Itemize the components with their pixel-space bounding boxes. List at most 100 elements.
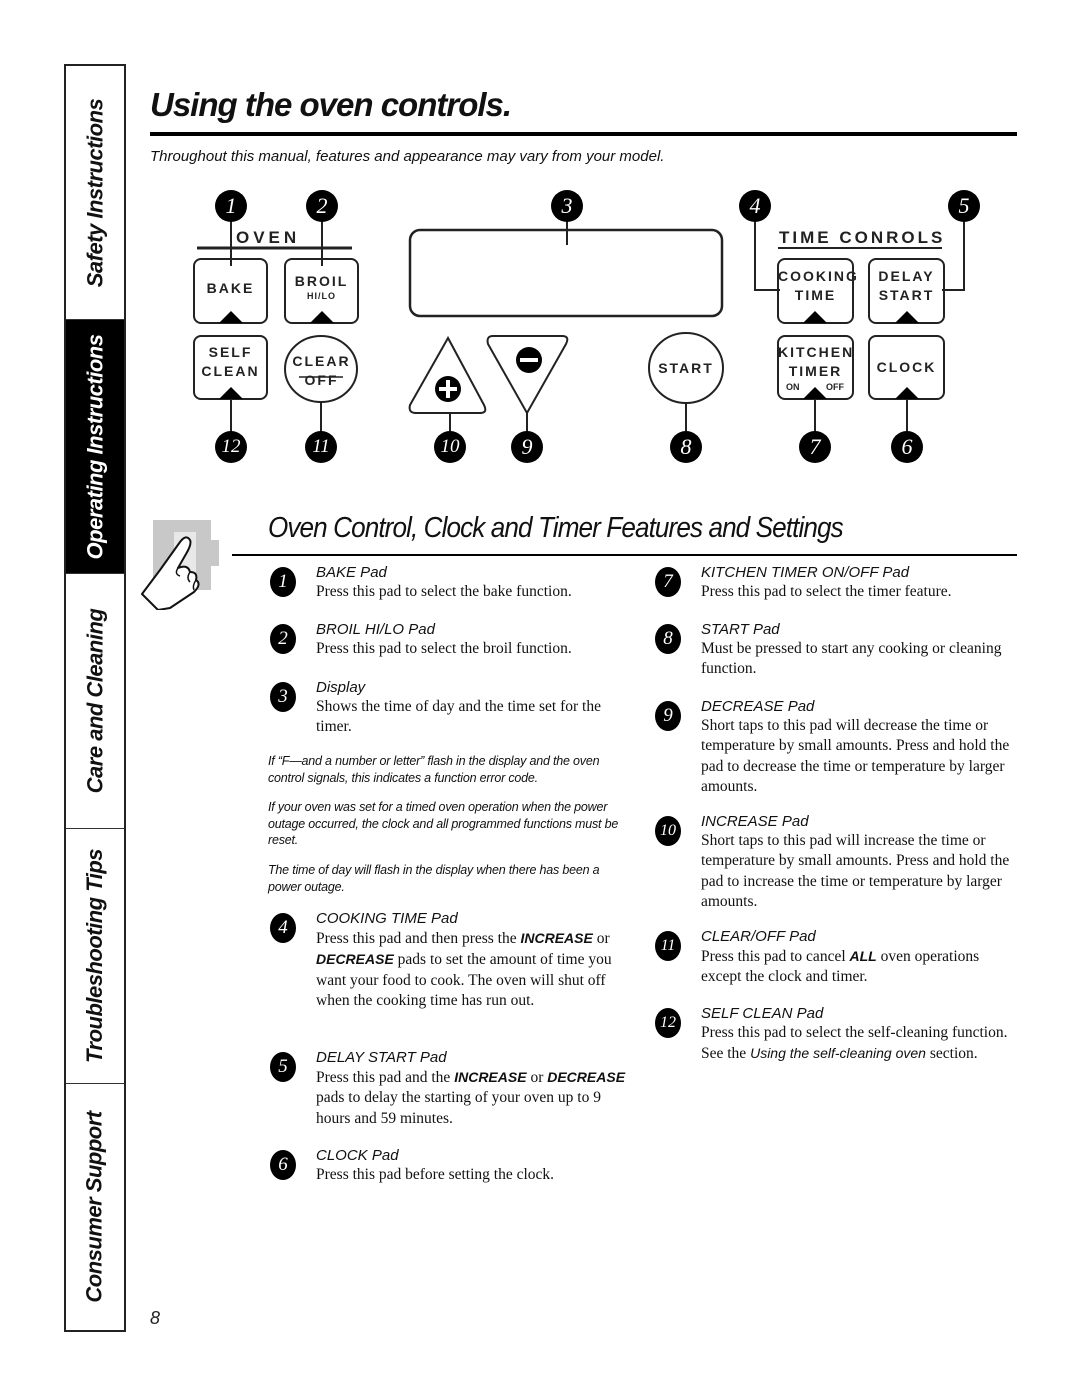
broil-pad-outline xyxy=(284,258,359,324)
feature-name: KITCHEN TIMER ON/OFF Pad xyxy=(701,564,910,581)
kitchen-timer-off-label: OFF xyxy=(826,382,844,392)
clear-off-label-line1: CLEAR xyxy=(292,353,351,369)
feature-badge-7: 7 xyxy=(655,567,681,597)
tab-consumer-support[interactable]: Consumer Support xyxy=(66,1084,124,1330)
feature-badge-5: 5 xyxy=(270,1052,296,1082)
delay-start-indicator xyxy=(895,311,919,323)
display xyxy=(410,230,722,316)
cooking-time-label-line1: COOKING xyxy=(778,268,859,284)
tab-care-and-cleaning[interactable]: Care and Cleaning xyxy=(66,574,124,829)
feature-clock: 6 CLOCK Pad Press this pad before settin… xyxy=(270,1146,626,1185)
tab-label: Care and Cleaning xyxy=(82,608,107,794)
feature-badge-4: 4 xyxy=(270,913,296,943)
callout-6: 6 xyxy=(891,431,923,463)
broil-pad[interactable]: BROIL HI/LO xyxy=(285,272,358,301)
clear-off-label-line2: OFF xyxy=(304,372,339,388)
section-rule xyxy=(232,554,1017,556)
feature-desc: Press this pad to select the timer featu… xyxy=(701,583,952,600)
note-power-outage-reset: If your oven was set for a timed oven op… xyxy=(268,800,619,847)
feature-name: INCREASE Pad xyxy=(701,813,809,830)
self-clean-label-line2: CLEAN xyxy=(201,363,260,379)
feature-badge-1: 1 xyxy=(270,567,296,597)
cooking-time-indicator xyxy=(803,311,827,323)
feature-clear-off: 11 CLEAR/OFF Pad Press this pad to cance… xyxy=(655,927,1011,988)
section-title: Oven Control, Clock and Timer Features a… xyxy=(268,512,844,544)
feature-desc: Short taps to this pad will increase the… xyxy=(701,832,1010,910)
tab-label: Safety Instructions xyxy=(82,98,108,287)
decrease-pad-outline xyxy=(486,335,569,416)
feature-decrease: 9 DECREASE Pad Short taps to this pad wi… xyxy=(655,697,1011,797)
callout-10: 10 xyxy=(434,431,466,463)
page-number: 8 xyxy=(150,1308,161,1328)
tab-troubleshooting-tips[interactable]: Troubleshooting Tips xyxy=(66,829,124,1084)
cooking-time-pad-outline xyxy=(777,258,854,324)
callout-8: 8 xyxy=(670,431,702,463)
delay-start-pad[interactable]: DELAY START xyxy=(869,267,944,305)
feature-kitchen-timer: 7 KITCHEN TIMER ON/OFF Pad Press this pa… xyxy=(655,563,1011,602)
feature-name: DECREASE Pad xyxy=(701,698,815,715)
feature-name: DELAY START Pad xyxy=(316,1049,447,1066)
feature-self-clean: 12 SELF CLEAN Pad Press this pad to sele… xyxy=(655,1004,1011,1065)
bake-pad-outline xyxy=(193,258,268,324)
feature-bake: 1 BAKE Pad Press this pad to select the … xyxy=(270,563,626,602)
start-pad-outline xyxy=(648,332,724,404)
delay-start-pad-outline xyxy=(868,258,945,324)
feature-broil: 2 BROIL HI/LO Pad Press this pad to sele… xyxy=(270,620,626,659)
minus-icon xyxy=(516,347,542,373)
delay-start-label-line1: DELAY xyxy=(878,268,935,284)
increase-pad[interactable] xyxy=(410,340,486,413)
feature-desc: Press this pad and the INCREASE or DECRE… xyxy=(316,1069,626,1127)
clear-off-pad[interactable]: CLEAR OFF xyxy=(285,352,358,390)
callout-3: 3 xyxy=(551,190,583,222)
feature-start: 8 START Pad Must be pressed to start any… xyxy=(655,620,1011,680)
tab-label: Consumer Support xyxy=(82,1111,108,1303)
feature-desc: Press this pad before setting the clock. xyxy=(316,1166,555,1183)
feature-desc: Press this pad to select the bake functi… xyxy=(316,583,572,600)
start-pad[interactable]: START xyxy=(649,359,723,378)
feature-desc: Press this pad to cancel ALL oven operat… xyxy=(701,948,980,986)
feature-desc: Shows the time of day and the time set f… xyxy=(316,698,601,736)
broil-pad-sublabel: HI/LO xyxy=(307,291,336,301)
callout-4: 4 xyxy=(739,190,771,222)
cooking-time-pad[interactable]: COOKING TIME xyxy=(778,267,859,305)
kitchen-timer-label-line2: TIMER xyxy=(788,363,843,379)
bake-indicator xyxy=(219,311,243,323)
tab-operating-instructions[interactable]: Operating Instructions xyxy=(66,320,124,574)
diagram-lines xyxy=(193,220,965,432)
feature-cooking-time: 4 COOKING TIME Pad Press this pad and th… xyxy=(270,909,626,1011)
time-controls-group-label: TIME CONROLS xyxy=(779,228,946,247)
feature-desc: Press this pad to select the self-cleani… xyxy=(701,1024,1008,1063)
callout-2: 2 xyxy=(306,190,338,222)
clock-pad-label: CLOCK xyxy=(876,359,937,375)
bake-pad-label: BAKE xyxy=(206,280,255,296)
bake-pad[interactable]: BAKE xyxy=(194,279,267,298)
clock-indicator xyxy=(895,387,919,399)
self-cleaning-section-link: Using the self-cleaning oven xyxy=(750,1045,926,1062)
clock-pad-outline xyxy=(868,335,945,400)
callout-11: 11 xyxy=(305,431,337,463)
note-power-outage-flash: The time of day will flash in the displa… xyxy=(268,863,600,894)
tab-label: Troubleshooting Tips xyxy=(82,848,108,1064)
clock-pad[interactable]: CLOCK xyxy=(869,358,944,377)
callout-7: 7 xyxy=(799,431,831,463)
broil-pad-label: BROIL xyxy=(294,273,349,289)
note-error-code: If “F—and a number or letter” flash in t… xyxy=(268,754,600,785)
feature-badge-8: 8 xyxy=(655,624,681,654)
feature-delay-start: 5 DELAY START Pad Press this pad and the… xyxy=(270,1048,626,1129)
feature-name: SELF CLEAN Pad xyxy=(701,1005,824,1022)
feature-name: BROIL HI/LO Pad xyxy=(316,621,435,638)
tab-safety-instructions[interactable]: Safety Instructions xyxy=(66,66,124,320)
kitchen-timer-pad[interactable]: KITCHEN TIMER xyxy=(778,343,853,381)
page-subtitle: Throughout this manual, features and app… xyxy=(150,148,665,165)
feature-name: COOKING TIME Pad xyxy=(316,910,458,927)
feature-badge-9: 9 xyxy=(655,701,681,731)
decrease-pad[interactable] xyxy=(490,336,566,413)
broil-indicator xyxy=(310,311,334,323)
title-rule xyxy=(150,132,1017,136)
cooking-time-label-line2: TIME xyxy=(794,287,837,303)
feature-desc: Must be pressed to start any cooking or … xyxy=(701,640,1002,678)
control-panel-diagram: 1 2 3 4 5 6 7 8 9 10 11 12 OVEN TIME CON… xyxy=(0,0,1080,480)
feature-display: 3 Display Shows the time of day and the … xyxy=(270,678,626,738)
self-clean-pad[interactable]: SELF CLEAN xyxy=(194,343,267,381)
plus-icon xyxy=(435,376,461,402)
